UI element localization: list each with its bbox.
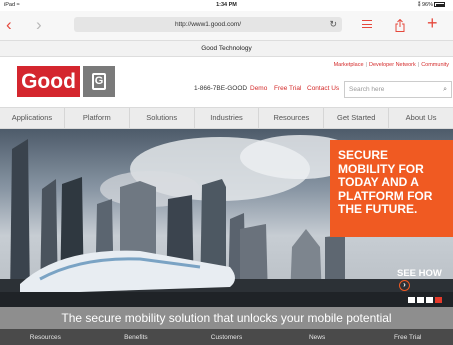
logo-lock-icon: G (92, 73, 106, 90)
tagline: The secure mobility solution that unlock… (0, 307, 453, 329)
good-logo[interactable]: Good G (17, 66, 115, 97)
link-community[interactable]: Community (421, 62, 449, 68)
url-text: http://www1.good.com/ (174, 21, 242, 28)
nav-about-us[interactable]: About Us (389, 108, 453, 128)
nav-applications[interactable]: Applications (0, 108, 65, 128)
share-icon[interactable] (395, 18, 405, 32)
browser-toolbar: ‹ › http://www1.good.com/ ↻ + (0, 11, 453, 40)
utility-links: Marketplace | Developer Network | Community (333, 62, 449, 68)
back-icon[interactable]: ‹ (6, 16, 12, 33)
nav-solutions[interactable]: Solutions (130, 108, 195, 128)
battery-status: ⁑ 96% (418, 2, 445, 8)
link-free-trial[interactable]: Free Trial (274, 85, 301, 92)
hero-banner[interactable]: SECURE MOBILITY FOR TODAY AND A PLATFORM… (0, 129, 453, 307)
carousel-dot-active[interactable] (435, 297, 442, 303)
carousel-dot[interactable] (426, 297, 433, 303)
arrow-right-icon: › (399, 280, 410, 291)
page-title: Good Technology (0, 40, 453, 57)
battery-percent: ⁑ 96% (417, 2, 433, 8)
search-icon[interactable]: ⌕ (443, 82, 447, 97)
forward-icon[interactable]: › (36, 16, 42, 33)
footer-customers[interactable]: Customers (181, 329, 272, 345)
link-contact-us[interactable]: Contact Us (307, 85, 339, 92)
reload-icon[interactable]: ↻ (329, 17, 337, 32)
logo-wordmark: Good (17, 66, 80, 97)
search-input[interactable]: Search here ⌕ (344, 81, 452, 98)
footer-free-trial[interactable]: Free Trial (362, 329, 453, 345)
carousel-indicators (408, 297, 442, 303)
search-placeholder: Search here (349, 86, 385, 93)
see-how-button[interactable]: SEE HOW › (397, 268, 453, 291)
link-developer-network[interactable]: Developer Network (369, 62, 416, 68)
footer-nav: Resources Benefits Customers News Free T… (0, 329, 453, 345)
nav-platform[interactable]: Platform (65, 108, 130, 128)
new-tab-icon[interactable]: + (427, 14, 438, 32)
nav-resources[interactable]: Resources (259, 108, 325, 128)
clock: 1:34 PM (216, 2, 237, 8)
reading-list-icon[interactable] (362, 20, 372, 30)
see-how-label: SEE HOW (397, 268, 442, 279)
link-marketplace[interactable]: Marketplace (334, 62, 364, 68)
main-nav: Applications Platform Solutions Industri… (0, 107, 453, 129)
footer-resources[interactable]: Resources (0, 329, 91, 345)
link-demo[interactable]: Demo (250, 85, 267, 92)
ipad-safari-window: iPad ≈ 1:34 PM ⁑ 96% ‹ › http://www1.goo… (0, 0, 453, 345)
address-bar[interactable]: http://www1.good.com/ ↻ (74, 17, 342, 32)
status-bar: iPad ≈ 1:34 PM ⁑ 96% (0, 0, 453, 11)
battery-icon (434, 2, 445, 7)
carousel-dot[interactable] (408, 297, 415, 303)
carousel-dot[interactable] (417, 297, 424, 303)
footer-benefits[interactable]: Benefits (91, 329, 182, 345)
footer-news[interactable]: News (272, 329, 363, 345)
nav-get-started[interactable]: Get Started (324, 108, 390, 128)
nav-industries[interactable]: Industries (195, 108, 260, 128)
hero-headline: SECURE MOBILITY FOR TODAY AND A PLATFORM… (330, 140, 453, 237)
logo-mark: G (83, 66, 115, 97)
phone-number: 1-866-7BE-GOOD (194, 85, 248, 92)
